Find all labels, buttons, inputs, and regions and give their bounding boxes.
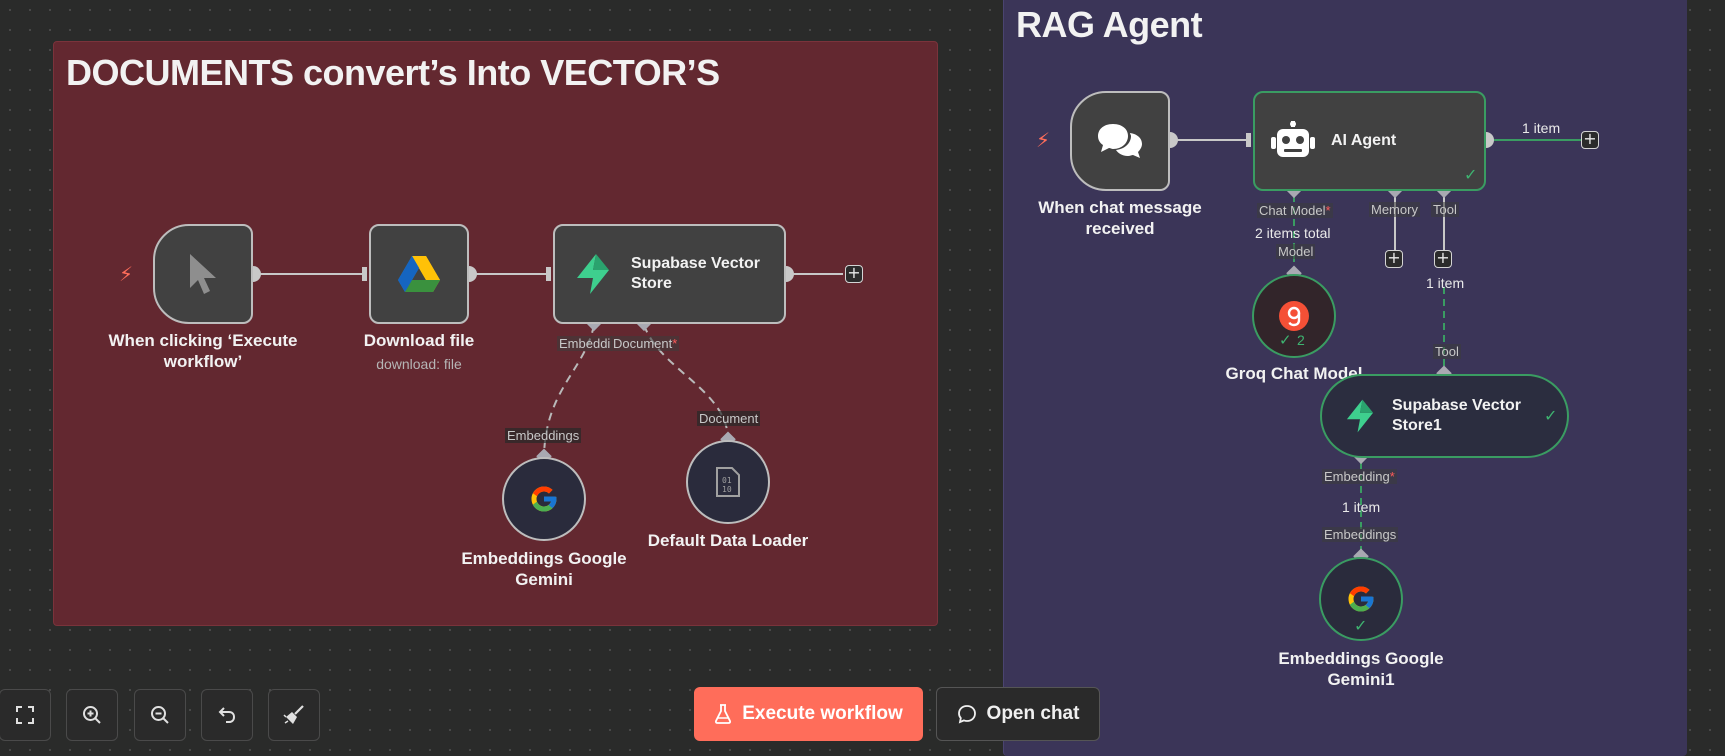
- svg-text:01: 01: [722, 476, 732, 485]
- zoom-out-button[interactable]: [134, 689, 186, 741]
- zoom-in-icon: [83, 706, 101, 724]
- zoom-out-icon: [151, 706, 169, 724]
- supabase-icon: [1346, 399, 1374, 433]
- supabase-icon: [577, 254, 609, 294]
- execute-workflow-button[interactable]: Execute workflow: [694, 687, 923, 741]
- node-groq-chat-model[interactable]: ✓ 2: [1252, 274, 1336, 358]
- execute-workflow-label: Execute workflow: [742, 703, 903, 724]
- google-icon: [531, 486, 557, 512]
- node-embeddings-gemini[interactable]: [502, 457, 586, 541]
- port-label-embeddings-in: Embeddings: [505, 428, 582, 443]
- google-drive-icon: [398, 256, 440, 292]
- robot-icon: [1271, 121, 1315, 157]
- undo-button[interactable]: [201, 689, 253, 741]
- undo-icon: [218, 707, 236, 723]
- tidy-up-button[interactable]: [268, 689, 320, 741]
- trigger-bolt-icon: ⚡: [119, 262, 134, 286]
- add-memory-button[interactable]: +: [1385, 250, 1403, 268]
- node-label-data-loader: Default Data Loader: [647, 531, 809, 550]
- port-label-document: Document*: [611, 336, 680, 351]
- port-label-tool-in: Tool: [1433, 344, 1461, 359]
- node-chat-trigger[interactable]: [1070, 91, 1170, 191]
- node-title-ai-agent: AI Agent: [1331, 132, 1397, 149]
- item-count-tool: 1 item: [1426, 275, 1465, 291]
- fit-view-icon: [16, 706, 34, 724]
- node-embeddings-gemini1[interactable]: ✓: [1319, 557, 1403, 641]
- tidy-up-icon: [283, 705, 304, 724]
- cursor-icon: [190, 254, 216, 294]
- node-label-embeddings-gemini1: Embeddings Google Gemini1: [1278, 649, 1444, 689]
- port-label-tool: Tool: [1431, 202, 1459, 217]
- add-node-button-agent[interactable]: +: [1581, 131, 1599, 149]
- node-label-download-file: Download file: [363, 331, 475, 350]
- node-default-data-loader[interactable]: 01 10: [686, 440, 770, 524]
- port-label-embeddings-in-rag: Embeddings: [1322, 527, 1399, 542]
- zoom-in-button[interactable]: [66, 689, 118, 741]
- google-icon: [1348, 586, 1374, 612]
- port-label-chat-model: Chat Model*: [1257, 203, 1333, 218]
- port-label-embedding: Embedding*: [1322, 469, 1397, 484]
- trigger-bolt-icon: ⚡: [1036, 128, 1051, 152]
- port-label-model: Model: [1276, 244, 1316, 259]
- node-label-manual-trigger: When clicking ‘Execute workflow’: [108, 331, 298, 371]
- chat-icon: [957, 705, 976, 724]
- success-check-icon: ✓: [1279, 331, 1292, 349]
- node-label-chat-trigger: When chat message received: [1038, 198, 1202, 238]
- binary-file-icon: 01 10: [716, 467, 740, 497]
- groq-icon: [1279, 301, 1309, 331]
- item-count-agent: 1 item: [1522, 120, 1561, 136]
- node-title-supabase: Supabase Vector Store: [631, 255, 760, 292]
- chat-bubbles-icon: [1098, 124, 1142, 158]
- svg-text:10: 10: [722, 485, 732, 494]
- fit-view-button[interactable]: [0, 689, 51, 741]
- node-title-supabase1: Supabase Vector Store1: [1392, 397, 1521, 434]
- execution-badge: 2: [1297, 332, 1305, 348]
- node-supabase-vector-store1[interactable]: Supabase Vector Store1 ✓: [1320, 374, 1569, 458]
- item-count-chat-model: 2 items total: [1255, 225, 1331, 241]
- node-supabase-vector-store[interactable]: Supabase Vector Store: [553, 224, 786, 324]
- port-label-embeddings: Embeddi: [557, 336, 613, 351]
- port-label-memory: Memory: [1369, 202, 1420, 217]
- node-download-file[interactable]: [369, 224, 469, 324]
- flask-icon: [715, 704, 732, 724]
- node-manual-trigger[interactable]: [153, 224, 253, 324]
- success-check-icon: ✓: [1354, 616, 1368, 635]
- node-label-embeddings-gemini: Embeddings Google Gemini: [461, 549, 627, 589]
- open-chat-button[interactable]: Open chat: [936, 687, 1100, 741]
- open-chat-label: Open chat: [986, 703, 1080, 724]
- add-tool-button[interactable]: +: [1434, 250, 1452, 268]
- success-check-icon: ✓: [1544, 406, 1558, 425]
- item-count-embedding: 1 item: [1342, 499, 1381, 515]
- port-label-document-in: Document: [697, 411, 761, 426]
- node-ai-agent[interactable]: AI Agent ✓: [1253, 91, 1486, 191]
- success-check-icon: ✓: [1464, 165, 1478, 184]
- add-node-button-supabase[interactable]: +: [845, 265, 863, 283]
- node-subtitle-download-file: download: file: [376, 356, 462, 372]
